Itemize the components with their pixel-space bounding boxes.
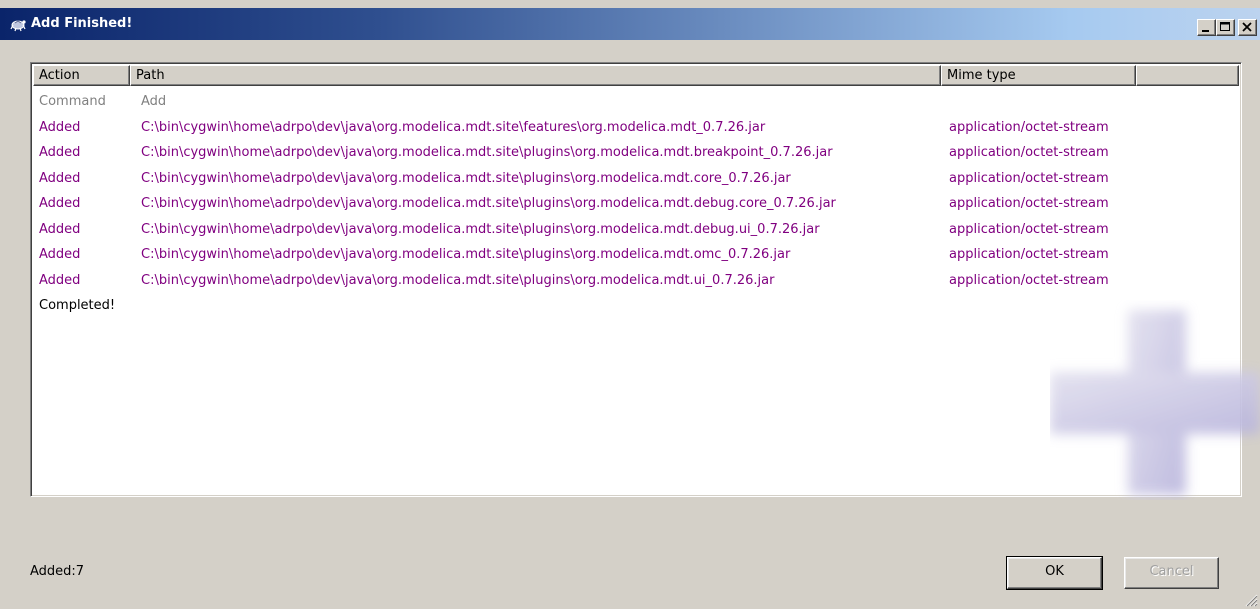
title-bar[interactable]: Add Finished! <box>0 8 1260 40</box>
cancel-button[interactable]: Cancel <box>1124 557 1219 589</box>
row-mime: application/octet-stream <box>949 196 1109 211</box>
row-path: C:\bin\cygwin\home\adrpo\dev\java\org.mo… <box>141 119 766 135</box>
column-header-action[interactable]: Action <box>33 65 130 86</box>
row-path: C:\bin\cygwin\home\adrpo\dev\java\org.mo… <box>141 145 833 160</box>
close-icon <box>1242 22 1252 32</box>
row-path: C:\bin\cygwin\home\adrpo\dev\java\org.mo… <box>141 221 820 237</box>
row-action: Added <box>39 221 81 237</box>
resize-grip-icon[interactable] <box>1244 593 1258 607</box>
maximize-icon <box>1220 22 1230 31</box>
ok-button[interactable]: OK <box>1006 556 1103 590</box>
row-path: Add <box>141 94 167 109</box>
list-header: Action Path Mime type <box>33 65 1239 87</box>
list-row[interactable]: Added C:\bin\cygwin\home\adrpo\dev\java\… <box>33 140 1239 166</box>
maximize-button[interactable] <box>1216 19 1235 36</box>
close-button[interactable] <box>1238 19 1257 36</box>
row-mime: application/octet-stream <box>949 145 1109 160</box>
minimize-icon <box>1202 30 1209 32</box>
row-path: C:\bin\cygwin\home\adrpo\dev\java\org.mo… <box>141 196 836 211</box>
list-row-command[interactable]: Command Add <box>33 89 1239 115</box>
row-mime: application/octet-stream <box>949 272 1109 288</box>
row-action: Added <box>39 119 81 135</box>
column-header-path[interactable]: Path <box>130 65 941 86</box>
row-action: Command <box>39 94 106 109</box>
tortoise-icon <box>10 20 26 32</box>
row-action: Completed! <box>39 298 116 313</box>
results-list[interactable]: Action Path Mime type Command Add Added … <box>30 62 1242 497</box>
row-action: Added <box>39 145 81 160</box>
column-header-empty[interactable] <box>1136 65 1239 86</box>
row-action: Added <box>39 196 81 211</box>
list-row[interactable]: Added C:\bin\cygwin\home\adrpo\dev\java\… <box>33 191 1239 217</box>
row-mime: application/octet-stream <box>949 119 1109 135</box>
list-row[interactable]: Added C:\bin\cygwin\home\adrpo\dev\java\… <box>33 268 1239 294</box>
row-mime: application/octet-stream <box>949 170 1109 186</box>
list-rows: Command Add Added C:\bin\cygwin\home\adr… <box>33 89 1239 319</box>
status-added-count: Added:7 <box>30 564 85 579</box>
list-row[interactable]: Added C:\bin\cygwin\home\adrpo\dev\java\… <box>33 217 1239 243</box>
list-row[interactable]: Added C:\bin\cygwin\home\adrpo\dev\java\… <box>33 115 1239 141</box>
row-path: C:\bin\cygwin\home\adrpo\dev\java\org.mo… <box>141 247 791 262</box>
list-row[interactable]: Added C:\bin\cygwin\home\adrpo\dev\java\… <box>33 166 1239 192</box>
window-title: Add Finished! <box>31 16 133 31</box>
list-row-completed[interactable]: Completed! <box>33 293 1239 319</box>
add-finished-dialog: Add Finished! Action Path Mime type Comm… <box>0 0 1260 609</box>
minimize-button[interactable] <box>1197 19 1216 36</box>
row-mime: application/octet-stream <box>949 221 1109 237</box>
row-action: Added <box>39 170 81 186</box>
list-row[interactable]: Added C:\bin\cygwin\home\adrpo\dev\java\… <box>33 242 1239 268</box>
row-action: Added <box>39 272 81 288</box>
row-path: C:\bin\cygwin\home\adrpo\dev\java\org.mo… <box>141 272 775 288</box>
row-path: C:\bin\cygwin\home\adrpo\dev\java\org.mo… <box>141 170 791 186</box>
row-action: Added <box>39 247 81 262</box>
column-header-mime-type[interactable]: Mime type <box>941 65 1136 86</box>
row-mime: application/octet-stream <box>949 247 1109 262</box>
